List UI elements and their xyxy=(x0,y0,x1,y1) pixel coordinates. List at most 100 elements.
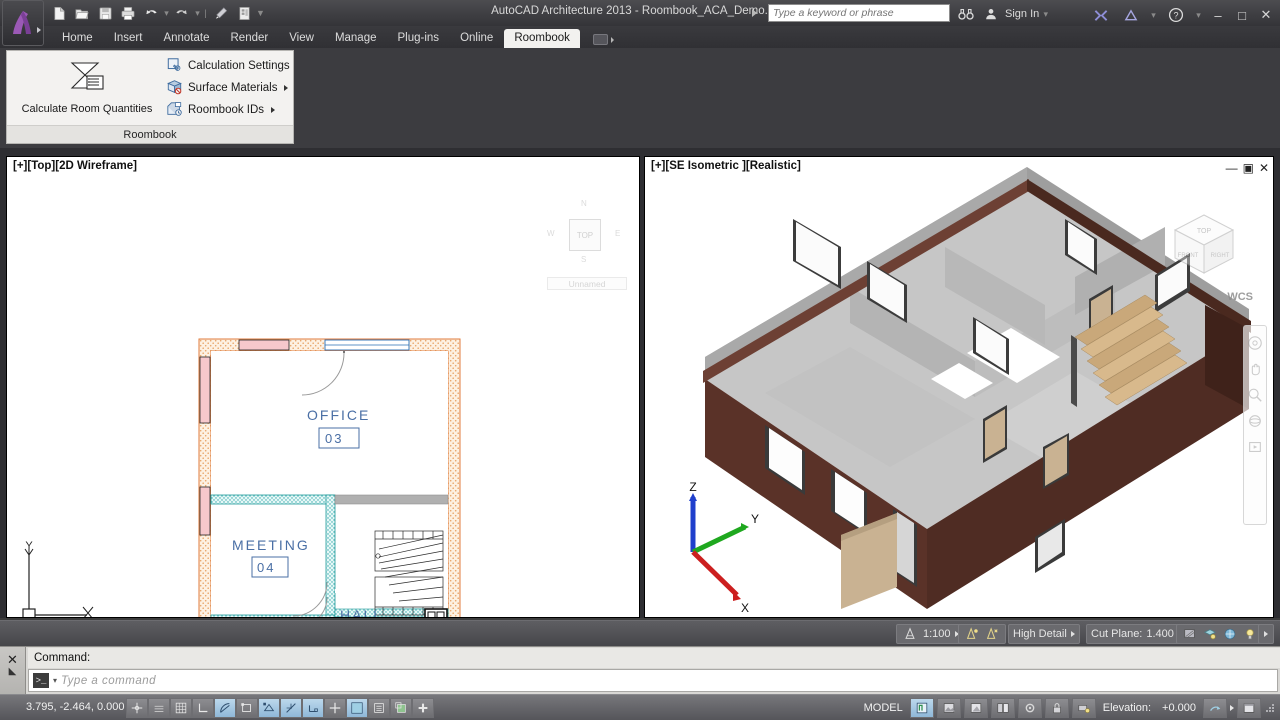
tab-annotate[interactable]: Annotate xyxy=(153,29,219,48)
tab-home[interactable]: Home xyxy=(52,29,103,48)
annotation-visibility-icon[interactable] xyxy=(963,625,981,643)
maximize-button[interactable]: □ xyxy=(1234,8,1250,23)
auto-scale-icon[interactable] xyxy=(983,625,1001,643)
undo-dropdown-caret[interactable]: ▾ xyxy=(163,8,170,19)
viewport-restore-button[interactable]: ▣ xyxy=(1243,161,1254,175)
viewcube-top-face[interactable]: TOP xyxy=(569,219,601,251)
transparency-toggle[interactable] xyxy=(390,698,412,718)
grid-display-toggle[interactable] xyxy=(148,698,170,718)
viewport-minimize-button[interactable]: — xyxy=(1226,161,1238,175)
viewcube-north-label[interactable]: N xyxy=(581,199,587,208)
orbit-icon[interactable] xyxy=(1244,408,1266,434)
isolate-objects-status-icon[interactable] xyxy=(1072,698,1096,718)
command-options-caret[interactable]: ▾ xyxy=(53,676,57,685)
signin-caret[interactable]: ▾ xyxy=(1042,9,1049,20)
replace-z-value-icon[interactable] xyxy=(1203,698,1227,718)
a360-caret[interactable]: ▾ xyxy=(1150,10,1157,21)
minimize-button[interactable]: – xyxy=(1210,8,1226,23)
wcs-label[interactable]: WCS xyxy=(1227,291,1253,303)
layer-key-icon[interactable] xyxy=(1201,625,1219,643)
ribbon-minimize-icon[interactable] xyxy=(593,34,608,45)
command-input-placeholder[interactable]: Type a command xyxy=(61,675,156,687)
roombook-ids-button[interactable]: Roombook IDs xyxy=(163,99,291,121)
tab-plugins[interactable]: Plug-ins xyxy=(388,29,450,48)
resize-grip-icon[interactable] xyxy=(1264,702,1276,714)
named-view-dropdown[interactable]: Unnamed xyxy=(547,277,627,290)
project-navigator-icon[interactable] xyxy=(233,2,255,24)
qat-overflow-caret[interactable]: ▼ xyxy=(256,8,263,18)
viewcube-east-label[interactable]: E xyxy=(615,229,620,238)
display-configuration-caret[interactable] xyxy=(1071,631,1075,637)
dynamic-ucs-toggle[interactable] xyxy=(324,698,346,718)
display-configuration-control[interactable]: High Detail xyxy=(1008,624,1080,644)
close-button[interactable]: ✕ xyxy=(1258,7,1274,23)
showmotion-icon[interactable] xyxy=(1244,434,1266,460)
calculation-settings-button[interactable]: Calculation Settings xyxy=(163,55,291,77)
ribbon-minimize-caret[interactable] xyxy=(611,37,614,43)
tab-online[interactable]: Online xyxy=(450,29,503,48)
light-icon[interactable] xyxy=(1241,625,1259,643)
surface-materials-button[interactable]: Surface Materials xyxy=(163,77,291,99)
command-line-handle[interactable]: ✕ ◣ xyxy=(0,647,26,695)
ucs-icon-toggle[interactable] xyxy=(302,698,324,718)
pan-icon[interactable] xyxy=(1244,356,1266,382)
coordinates-display[interactable]: 3.795, -2.464, 0.000 xyxy=(26,701,124,713)
tab-manage[interactable]: Manage xyxy=(325,29,387,48)
isolate-objects-icon[interactable] xyxy=(1221,625,1239,643)
cut-plane-value[interactable]: 1.400 xyxy=(1146,628,1174,640)
clean-screen-icon[interactable] xyxy=(1237,698,1261,718)
viewcube-west-label[interactable]: W xyxy=(547,229,555,238)
object-snap-toggle[interactable] xyxy=(236,698,258,718)
quick-view-drawings-button[interactable] xyxy=(964,698,988,718)
viewport-se-isometric[interactable]: [+][SE Isometric ][Realistic] — ▣ ✕ xyxy=(644,156,1274,618)
help-caret[interactable]: ▾ xyxy=(1195,10,1202,21)
match-properties-icon[interactable] xyxy=(210,2,232,24)
save-icon[interactable] xyxy=(94,2,116,24)
display-configuration-value[interactable]: High Detail xyxy=(1013,628,1067,640)
autodesk-exchange-icon[interactable] xyxy=(1090,4,1112,26)
viewcube-south-label[interactable]: S xyxy=(581,255,586,264)
quick-view-layouts-button[interactable] xyxy=(937,698,961,718)
command-line-menu-icon[interactable]: ◣ xyxy=(9,666,17,677)
dynamic-input-toggle[interactable] xyxy=(346,698,368,718)
tab-insert[interactable]: Insert xyxy=(104,29,153,48)
title-dropdown-arrow[interactable] xyxy=(752,9,757,17)
hardware-acceleration-icon[interactable] xyxy=(1018,698,1042,718)
roombook-ids-caret[interactable] xyxy=(271,107,275,113)
annotation-scale-control[interactable]: 1:100 xyxy=(896,624,964,644)
viewport-left-label[interactable]: [+][Top][2D Wireframe] xyxy=(13,160,137,172)
lineweight-toggle[interactable] xyxy=(368,698,390,718)
plot-icon[interactable] xyxy=(117,2,139,24)
snap-mode-toggle[interactable] xyxy=(126,698,148,718)
annotation-scale-value[interactable]: 1:100 xyxy=(923,628,951,640)
3d-object-snap-toggle[interactable] xyxy=(258,698,280,718)
viewport-close-button[interactable]: ✕ xyxy=(1259,161,1269,175)
status-bar-expand-caret[interactable] xyxy=(1230,705,1234,711)
polar-tracking-toggle[interactable] xyxy=(214,698,236,718)
grid-mode-toggle[interactable] xyxy=(170,698,192,718)
model-space-button[interactable] xyxy=(910,698,934,718)
command-line-close-icon[interactable]: ✕ xyxy=(7,653,18,666)
undo-icon[interactable] xyxy=(140,2,162,24)
user-icon[interactable] xyxy=(980,3,1002,25)
calculate-room-quantities-button[interactable]: Calculate Room Quantities xyxy=(11,55,163,121)
new-icon[interactable] xyxy=(48,2,70,24)
sign-in-label[interactable]: Sign In xyxy=(1005,8,1039,20)
elevation-value[interactable]: +0.000 xyxy=(1158,702,1200,714)
cut-plane-control[interactable]: Cut Plane: 1.400 xyxy=(1086,624,1179,644)
viewport-right-label[interactable]: [+][SE Isometric ][Realistic] xyxy=(651,160,801,172)
model-space-label[interactable]: MODEL xyxy=(860,702,907,714)
annotation-visibility-group[interactable] xyxy=(958,624,1006,644)
command-input-row[interactable]: >_ ▾ Type a command xyxy=(28,669,1278,692)
navigation-bar[interactable] xyxy=(1243,325,1267,525)
redo-dropdown-caret[interactable]: ▾ xyxy=(194,8,201,19)
workspace-switching-button[interactable] xyxy=(991,698,1015,718)
object-snap-tracking-toggle[interactable] xyxy=(280,698,302,718)
redo-icon[interactable] xyxy=(171,2,193,24)
viewport-top-2d[interactable]: [+][Top][2D Wireframe] N S W E TOP Unnam… xyxy=(6,156,640,618)
search-input[interactable] xyxy=(768,4,950,22)
ribbon-display-options[interactable] xyxy=(593,34,614,48)
tab-render[interactable]: Render xyxy=(221,29,279,48)
zoom-icon[interactable] xyxy=(1244,382,1266,408)
open-icon[interactable] xyxy=(71,2,93,24)
